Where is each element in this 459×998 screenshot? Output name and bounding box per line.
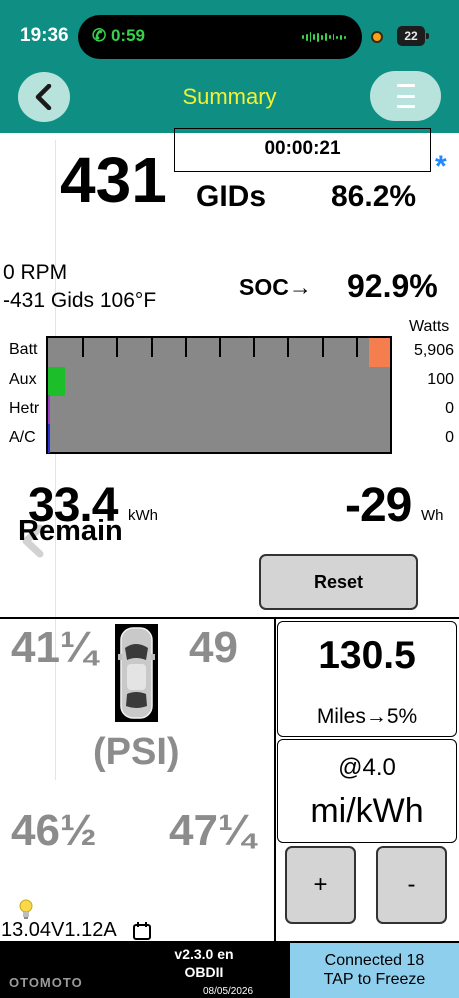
tire-pressure-front-left: 41¼	[11, 623, 97, 672]
motor-rpm: 0 RPM	[3, 261, 68, 284]
tire-pressure-front-right: 49	[189, 623, 238, 672]
bar-graph-tick	[253, 338, 255, 357]
connection-status-line-2: TAP to Freeze	[323, 971, 426, 988]
soc-label: SOC→	[239, 274, 312, 300]
increase-button[interactable]: +	[285, 846, 356, 924]
car-top-view-icon	[115, 624, 158, 722]
bar-label-ac: A/C	[9, 429, 36, 446]
efficiency-value: @4.0	[338, 754, 396, 781]
lightbulb-icon	[19, 899, 33, 919]
bar-graph-tick	[322, 338, 324, 357]
energy-used-unit: Wh	[421, 507, 444, 524]
reset-button[interactable]: Reset	[259, 554, 418, 610]
hamburger-menu-icon	[396, 84, 415, 108]
voltage-current-readout: 13.04V1.12A	[1, 919, 117, 941]
version-info: v2.3.0 en OBDII	[163, 945, 245, 981]
range-miles: 130.5	[318, 634, 416, 677]
efficiency-unit: mi/kWh	[310, 792, 424, 830]
connection-status-line-1: Connected 18	[324, 952, 425, 969]
gids-temperature: -431 Gids 106°F	[3, 289, 157, 312]
section-divider	[0, 617, 459, 619]
energy-remaining-label: Remain	[18, 515, 123, 547]
range-miles-label: Miles→5%	[316, 705, 418, 728]
bar-label-hetr: Hetr	[9, 400, 40, 417]
footer-date: 08/05/2026	[203, 986, 254, 997]
power-bar-graph	[46, 336, 392, 454]
bar-value-ac: 0	[445, 429, 454, 446]
watts-header: Watts	[409, 318, 450, 335]
bar-graph-tick	[219, 338, 221, 357]
tire-pressure-rear-left: 46½	[11, 806, 97, 855]
version-line-2: OBDII	[184, 964, 224, 980]
gids-count: 431	[60, 144, 167, 216]
energy-used-value: -29	[345, 479, 412, 532]
bar-value-batt: 5,906	[413, 342, 454, 359]
bar-value-hetr: 0	[445, 400, 454, 417]
gids-percent: 86.2%	[331, 180, 417, 213]
bar-graph-tick	[287, 338, 289, 357]
call-timer-text: 0:59	[110, 26, 145, 45]
bar-graph-tick	[356, 338, 358, 357]
recording-indicator-icon	[371, 31, 383, 43]
energy-remaining-unit: kWh	[128, 507, 158, 524]
dynamic-island: ✆ 0:59	[78, 15, 362, 59]
soc-value: 92.9%	[347, 268, 438, 304]
decrease-button[interactable]: -	[376, 846, 447, 924]
bar-value-aux: 100	[427, 371, 454, 388]
battery-icon: 22	[397, 26, 429, 46]
battery-level: 22	[404, 29, 418, 43]
watermark: OTOMOTO	[9, 975, 83, 990]
bar-graph-tick	[82, 338, 84, 357]
elapsed-timer: 00:00:21	[174, 128, 431, 172]
connection-status-button[interactable]: Connected 18 TAP to Freeze	[290, 943, 459, 998]
tire-pressure-rear-right: 47¼	[169, 806, 255, 855]
bar-graph-tick	[116, 338, 118, 357]
gids-label: GIDs	[196, 180, 267, 213]
version-line-1: v2.3.0 en	[174, 946, 234, 962]
menu-button[interactable]	[370, 71, 441, 121]
bar-label-aux: Aux	[9, 371, 37, 388]
power-bar-ac	[48, 424, 50, 453]
bar-label-batt: Batt	[9, 341, 38, 358]
psi-unit-label: (PSI)	[93, 731, 180, 773]
status-time: 19:36	[20, 25, 69, 46]
calendar-icon	[133, 922, 151, 940]
left-edge-panel	[0, 140, 56, 780]
power-bar-batt	[369, 338, 390, 367]
power-bar-aux	[48, 367, 65, 396]
power-bar-hetr	[48, 395, 50, 424]
bar-graph-tick	[151, 338, 153, 357]
asterisk-indicator: *	[435, 150, 447, 183]
call-timer: ✆ 0:59	[92, 26, 145, 45]
column-divider	[274, 617, 276, 941]
bar-graph-tick	[185, 338, 187, 357]
audio-wave-icon	[302, 31, 346, 43]
